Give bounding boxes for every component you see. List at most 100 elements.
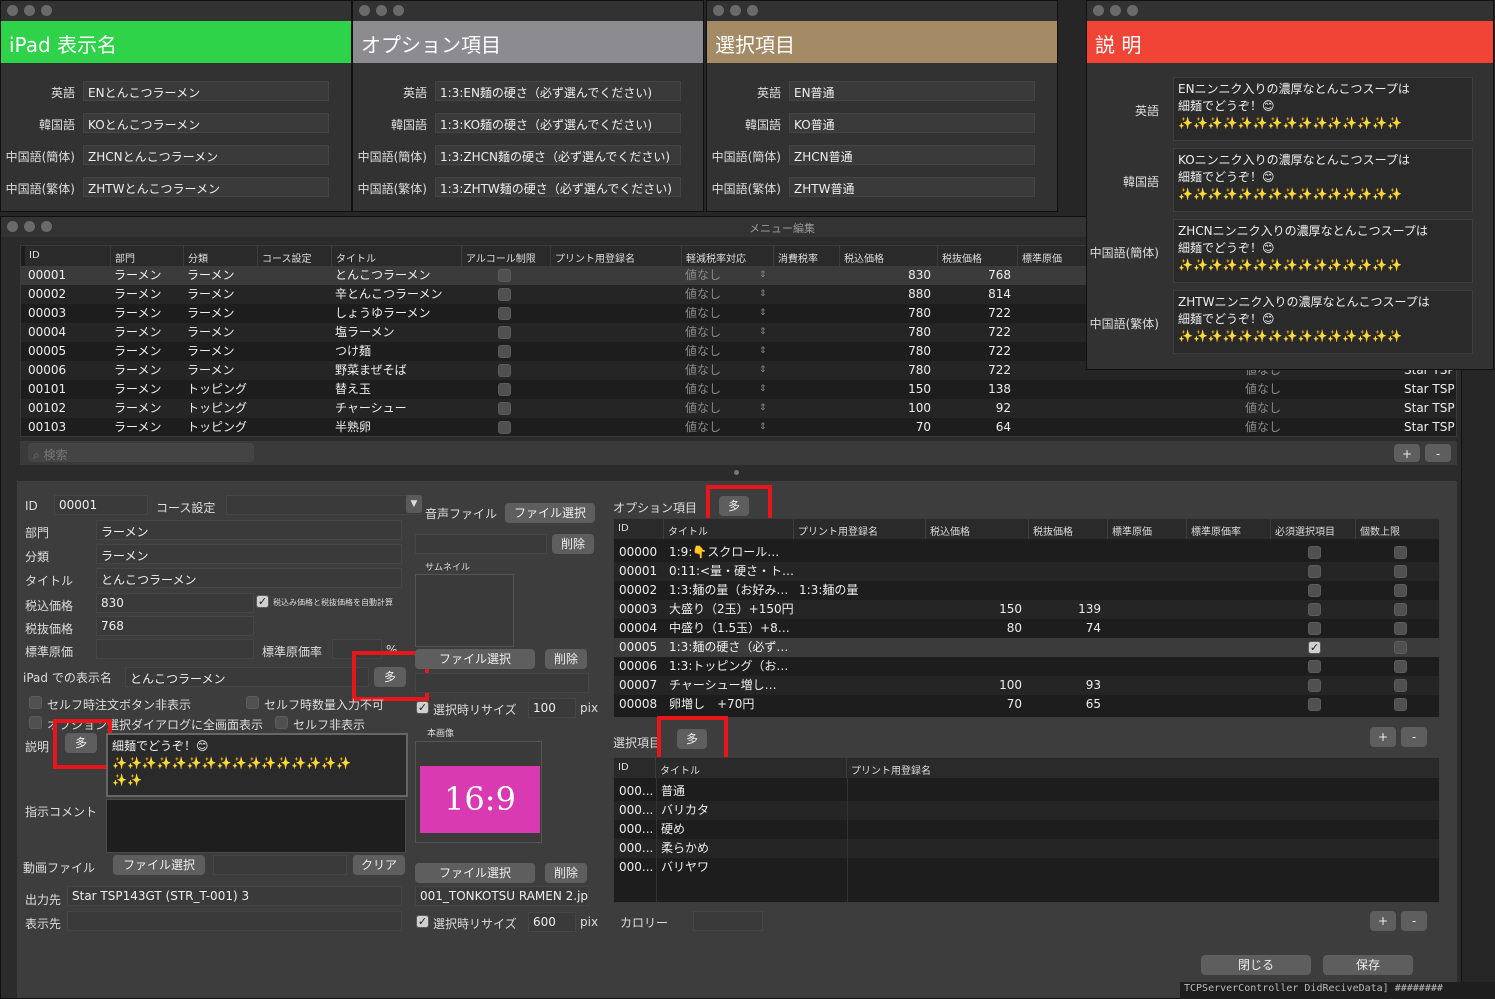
translation-field[interactable]: ZHCN普通	[789, 145, 1035, 165]
auto-calc-checkbox[interactable]: ✓	[256, 595, 269, 608]
column-header[interactable]: ID	[25, 246, 111, 266]
table-row[interactable]: 00008 卵増し +70円 70 65	[614, 695, 1439, 714]
audio-file-field[interactable]	[415, 534, 547, 554]
column-header[interactable]: 税抜価格	[938, 246, 1018, 266]
column-header[interactable]: 分類	[184, 246, 258, 266]
max-count-checkbox[interactable]	[1394, 603, 1407, 616]
ipad-name-field[interactable]: とんこつラーメン	[125, 667, 369, 687]
required-checkbox[interactable]	[1308, 679, 1321, 692]
chevron-updown-icon[interactable]: ⇕	[756, 342, 770, 361]
column-header[interactable]: タイトル	[664, 519, 794, 539]
tax-reduce-popup[interactable]: 値なし	[682, 323, 752, 342]
alcohol-checkbox[interactable]	[498, 288, 511, 301]
max-count-checkbox[interactable]	[1394, 660, 1407, 673]
image-file-field[interactable]: 001_TONKOTSU RAMEN 2.jpg	[415, 886, 589, 906]
column-header[interactable]: 標準原価率	[1187, 519, 1271, 539]
column-header[interactable]: プリント用登録名	[847, 758, 1439, 778]
column-header[interactable]: プリント用登録名	[794, 519, 926, 539]
select-table[interactable]: ID タイトル プリント用登録名 000... 普通 000... バリカタ 000... 硬め…	[613, 757, 1440, 903]
traffic-lights[interactable]	[359, 5, 404, 16]
required-checkbox[interactable]	[1308, 565, 1321, 578]
chevron-updown-icon[interactable]: ⇕	[756, 361, 770, 380]
max-count-checkbox[interactable]	[1394, 584, 1407, 597]
tax-reduce-popup[interactable]: 値なし	[682, 380, 752, 399]
thumbnail-well[interactable]	[415, 574, 514, 647]
alcohol-checkbox[interactable]	[498, 364, 511, 377]
title-field[interactable]: とんこつラーメン	[96, 568, 402, 588]
translation-field[interactable]: 1:3:EN麺の硬さ（必ず選んでください)	[435, 81, 681, 101]
image-resize-checkbox[interactable]: ✓	[416, 915, 429, 928]
table-row[interactable]: 00003 大盛り（2玉）+150円 150 139	[614, 600, 1439, 619]
main-image-well[interactable]: 16:9	[415, 741, 542, 843]
description-field[interactable]: ZHCNニンニク入りの濃厚なとんこつスープは 細麺でどうぞ！😊 ✨✨✨✨✨✨✨✨…	[1173, 219, 1473, 283]
add-button[interactable]: +	[1394, 444, 1420, 462]
option-remove-button[interactable]: -	[1401, 727, 1427, 747]
max-count-checkbox[interactable]	[1394, 546, 1407, 559]
taxout-field[interactable]: 768	[96, 616, 254, 636]
save-button[interactable]: 保存	[1323, 955, 1413, 975]
column-header[interactable]: ID	[614, 758, 656, 778]
column-header[interactable]: アルコール制限	[462, 246, 551, 266]
required-checkbox[interactable]	[1308, 546, 1321, 559]
video-file-select-button[interactable]: ファイル選択	[113, 855, 205, 875]
image-delete-button[interactable]: 削除	[545, 863, 587, 883]
option-add-button[interactable]: +	[1370, 727, 1396, 747]
translation-field[interactable]: KOとんこつラーメン	[83, 113, 329, 133]
thumb-resize-field[interactable]: 100	[528, 698, 576, 718]
required-checkbox[interactable]: ✓	[1308, 641, 1321, 654]
traffic-lights[interactable]	[713, 5, 758, 16]
tax-reduce-popup[interactable]: 値なし	[682, 304, 752, 323]
column-header[interactable]: 消費税率	[774, 246, 840, 266]
class-field[interactable]: ラーメン	[96, 544, 402, 564]
close-button[interactable]: 閉じる	[1201, 955, 1311, 975]
display-field[interactable]	[67, 911, 402, 931]
select-remove-button[interactable]: -	[1401, 911, 1427, 931]
required-checkbox[interactable]	[1308, 622, 1321, 635]
cost-field[interactable]	[96, 639, 254, 659]
dept-field[interactable]: ラーメン	[96, 520, 402, 540]
traffic-lights[interactable]	[1093, 5, 1138, 16]
select-add-button[interactable]: +	[1370, 911, 1396, 931]
translation-field[interactable]: 1:3:ZHTW麺の硬さ（必ず選んでください)	[435, 177, 681, 197]
max-count-checkbox[interactable]	[1394, 641, 1407, 654]
required-checkbox[interactable]	[1308, 584, 1321, 597]
column-header[interactable]: ID	[614, 519, 664, 539]
table-row[interactable]: 000... バリカタ	[614, 801, 1439, 820]
translation-field[interactable]: ENとんこつラーメン	[83, 81, 329, 101]
column-header[interactable]: 税抜価格	[1029, 519, 1108, 539]
splitter-dot[interactable]	[734, 470, 739, 475]
tax-reduce-popup[interactable]: 値なし	[682, 342, 752, 361]
thumb-delete-button[interactable]: 削除	[545, 649, 587, 669]
thumb-resize-checkbox[interactable]: ✓	[416, 701, 429, 714]
table-row[interactable]: 00004 中盛り（1.5玉）+8… 80 74	[614, 619, 1439, 638]
self-order-hide-checkbox[interactable]	[29, 696, 42, 709]
description-field[interactable]: ENニンニク入りの濃厚なとんこつスープは 細麺でどうぞ！😊 ✨✨✨✨✨✨✨✨✨✨…	[1173, 77, 1473, 141]
chevron-updown-icon[interactable]: ⇕	[756, 399, 770, 418]
search-input[interactable]: ⌕ 検索	[28, 443, 254, 462]
max-count-checkbox[interactable]	[1394, 679, 1407, 692]
tax-reduce-popup[interactable]: 値なし	[682, 266, 752, 285]
tax-reduce-popup[interactable]: 値なし	[1242, 418, 1302, 436]
table-row[interactable]: 00002 1:3:麺の量（お好み… 1:3:麺の量	[614, 581, 1439, 600]
image-file-select-button[interactable]: ファイル選択	[415, 863, 535, 883]
max-count-checkbox[interactable]	[1394, 565, 1407, 578]
max-count-checkbox[interactable]	[1394, 698, 1407, 711]
translation-field[interactable]: ZHTWとんこつラーメン	[83, 177, 329, 197]
translation-field[interactable]: 1:3:KO麺の硬さ（必ず選んでください)	[435, 113, 681, 133]
video-file-field[interactable]	[213, 855, 347, 875]
alcohol-checkbox[interactable]	[498, 269, 511, 282]
table-row[interactable]: 00102 ラーメン トッピング チャーシュー 値なし ⇕ 100 92	[21, 399, 1456, 418]
table-row[interactable]: 000... 普通	[614, 782, 1439, 801]
table-row[interactable]: 00101 ラーメン トッピング 替え玉 値なし ⇕ 150 138	[21, 380, 1456, 399]
table-row[interactable]: 00006 1:3:トッピング（お…	[614, 657, 1439, 676]
column-header[interactable]: 軽減税率対応	[682, 246, 774, 266]
table-row[interactable]: 00005 1:3:麺の硬さ（必ず… ✓	[614, 638, 1439, 657]
chevron-down-icon[interactable]: ▼	[406, 495, 422, 513]
column-header[interactable]: プリント用登録名	[551, 246, 682, 266]
table-row[interactable]: 000... 硬め	[614, 820, 1439, 839]
image-resize-field[interactable]: 600	[528, 912, 576, 932]
column-header[interactable]: コース設定	[258, 246, 332, 266]
taxin-field[interactable]: 830	[96, 593, 254, 613]
calorie-field[interactable]	[693, 911, 763, 931]
tax-reduce-popup[interactable]: 値なし	[682, 399, 752, 418]
